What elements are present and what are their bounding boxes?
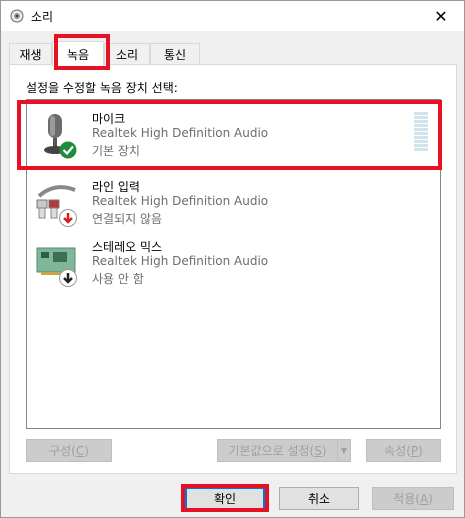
- device-item-stereo-mix[interactable]: 스테레오 믹스 Realtek High Definition Audio 사용…: [27, 230, 440, 292]
- set-default-label: 기본값으로 설정: [228, 444, 310, 458]
- tab-sounds[interactable]: 소리: [104, 43, 150, 65]
- title-bar: 소리 ✕: [1, 1, 464, 31]
- device-name: 마이크: [92, 112, 126, 126]
- properties-accel: P: [410, 443, 419, 458]
- level-meter: [414, 112, 428, 154]
- set-default-button[interactable]: 기본값으로 설정(S): [217, 439, 338, 462]
- instruction-label: 설정을 수정할 녹음 장치 선택:: [26, 81, 178, 95]
- device-name: 라인 입력: [92, 180, 140, 194]
- recording-panel: 설정을 수정할 녹음 장치 선택: 마이크 Realtek High Defin…: [9, 64, 457, 474]
- set-default-accel: S: [314, 443, 322, 458]
- apply-label: 적용: [393, 492, 416, 506]
- device-list[interactable]: 마이크 Realtek High Definition Audio 기본 장치: [26, 99, 441, 429]
- properties-button[interactable]: 속성(P): [366, 439, 441, 462]
- check-badge-icon: [59, 141, 77, 159]
- close-icon: ✕: [434, 6, 448, 26]
- device-status: 기본 장치: [92, 144, 140, 158]
- configure-accel: C: [75, 443, 85, 458]
- sound-card-icon: [36, 247, 77, 287]
- device-name: 스테레오 믹스: [92, 240, 163, 254]
- line-in-cable-icon: [36, 185, 77, 227]
- device-driver: Realtek High Definition Audio: [92, 254, 269, 268]
- configure-label: 구성: [49, 444, 72, 458]
- sound-dialog: 소리 ✕ 재생 녹음 소리 통신 설정을 수정할 녹음 장치 선택: 마이크 R…: [0, 0, 465, 518]
- set-default-dropdown[interactable]: ▼: [337, 439, 351, 462]
- tab-communications[interactable]: 통신: [150, 43, 200, 65]
- cancel-button[interactable]: 취소: [279, 487, 359, 510]
- speaker-app-icon: [10, 9, 24, 23]
- configure-button[interactable]: 구성(C): [26, 439, 112, 462]
- device-item-line-in[interactable]: 라인 입력 Realtek High Definition Audio 연결되지…: [27, 170, 440, 232]
- device-driver: Realtek High Definition Audio: [92, 194, 269, 208]
- chevron-down-icon: ▼: [340, 446, 348, 455]
- close-button[interactable]: ✕: [418, 1, 464, 31]
- properties-label: 속성: [384, 444, 407, 458]
- device-status: 사용 안 함: [92, 272, 144, 286]
- microphone-icon: [44, 114, 77, 159]
- tab-recording[interactable]: 녹음: [52, 41, 104, 66]
- apply-button[interactable]: 적용(A): [372, 487, 454, 510]
- device-item-microphone[interactable]: 마이크 Realtek High Definition Audio 기본 장치: [27, 102, 440, 164]
- tab-playback[interactable]: 재생: [9, 43, 52, 65]
- apply-accel: A: [419, 491, 429, 506]
- device-driver: Realtek High Definition Audio: [92, 126, 269, 140]
- window-title: 소리: [31, 10, 54, 24]
- device-status: 연결되지 않음: [92, 212, 163, 226]
- ok-button[interactable]: 확인: [185, 487, 265, 510]
